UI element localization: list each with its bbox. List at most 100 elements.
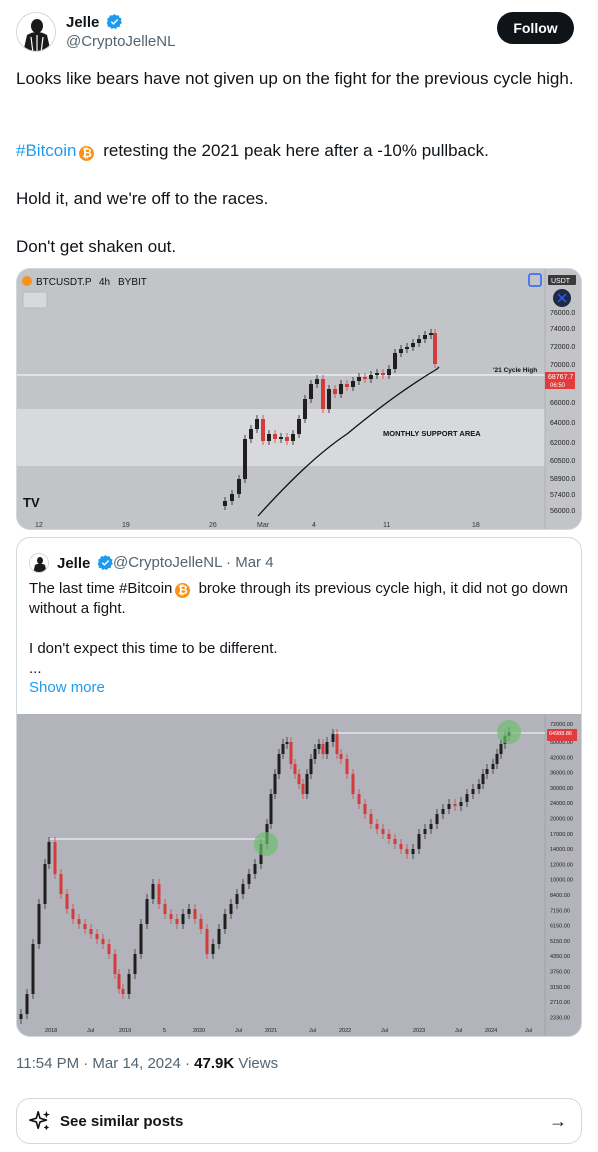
candle-body: [37, 904, 41, 944]
candle-body: [77, 919, 81, 924]
candle-body: [175, 919, 179, 924]
chart2-x-label: 2019: [119, 1028, 131, 1034]
quote-author-name[interactable]: Jelle: [57, 554, 114, 572]
candle-body: [321, 744, 325, 754]
chart2-price-label: 72000.00: [550, 722, 573, 728]
candle-body: [429, 333, 433, 335]
chart-image-btc-weekly[interactable]: 72000.00 50000.00 42000.00 36000.00 30000.00…: [17, 714, 581, 1036]
chart2-price-label: 6150.00: [550, 924, 570, 930]
breakout-highlight-2020: [254, 832, 278, 856]
candle-body: [429, 824, 433, 829]
chart2-price-label: 10000.00: [550, 878, 573, 884]
quoted-post[interactable]: Jelle @CryptoJelleNL · Mar 4 The last ti…: [16, 537, 582, 1037]
candle-body: [301, 784, 305, 794]
post-timestamp[interactable]: 11:54 PM · Mar 14, 2024 ·: [16, 1055, 190, 1072]
chart1-price-label: 58900.0: [550, 476, 575, 483]
chart1-exchange: BYBIT: [118, 277, 147, 288]
candle-body: [369, 814, 373, 824]
chart1-svg: BTCUSDT.P 4h BYBIT USDT 76000.0 74000.0 72…: [17, 269, 581, 529]
chart2-price-label: 12000.00: [550, 862, 573, 868]
candle-body: [211, 944, 215, 954]
candle-body: [399, 844, 403, 849]
candle-body: [241, 884, 245, 894]
candle-body: [230, 494, 234, 501]
candle-body: [289, 742, 293, 764]
candle-body: [163, 904, 167, 914]
candle-body: [249, 429, 253, 439]
author-handle[interactable]: @CryptoJelleNL: [66, 33, 175, 50]
bitcoin-icon: [22, 276, 32, 286]
chart1-price-label: 64000.0: [550, 420, 575, 427]
candle-body: [387, 834, 391, 839]
views-label: Views: [238, 1055, 279, 1072]
candle-body: [423, 829, 427, 834]
candle-body: [339, 384, 343, 394]
candle-body: [417, 834, 421, 849]
candle-body: [95, 934, 99, 939]
candle-body: [335, 734, 339, 754]
chart1-x-label: 26: [209, 522, 217, 529]
candle-body: [181, 914, 185, 924]
candle-body: [309, 759, 313, 774]
chart2-current-price: 64988.86: [549, 731, 572, 737]
hashtag-bitcoin[interactable]: #Bitcoin: [16, 141, 76, 160]
chart2-price-label: 20000.00: [550, 817, 573, 823]
chart1-x-label: 12: [35, 522, 43, 529]
chart1-symbol: BTCUSDT.P: [36, 277, 92, 288]
follow-button[interactable]: Follow: [497, 12, 574, 44]
chart2-price-label: 3150.00: [550, 985, 570, 991]
chart1-price-label: 74000.0: [550, 326, 575, 333]
chart2-x-label: Jul: [235, 1028, 242, 1034]
candle-body: [369, 375, 373, 379]
candle-body: [285, 742, 289, 744]
candle-body: [107, 944, 111, 954]
candle-body: [381, 829, 385, 834]
show-more-link[interactable]: Show more: [29, 679, 105, 696]
candle-body: [495, 754, 499, 764]
chart-image-btc-4h[interactable]: BTCUSDT.P 4h BYBIT USDT 76000.0 74000.0 72…: [16, 268, 582, 530]
quote-avatar[interactable]: [29, 553, 49, 573]
view-count: 47.9K: [194, 1055, 235, 1072]
candle-body: [327, 389, 331, 409]
candle-body: [317, 744, 321, 749]
candle-body: [261, 419, 265, 441]
post-text-line4: Don't get shaken out.: [16, 237, 177, 256]
quote-author-name-text: Jelle: [57, 555, 91, 572]
candle-body: [133, 954, 137, 974]
candle-body: [339, 754, 343, 759]
candle-body: [303, 399, 307, 419]
avatar-image: [17, 13, 55, 51]
post-text-line2: #Bitcoin ₿ retesting the 2021 peak here a…: [16, 139, 576, 163]
collapse-button[interactable]: [22, 291, 48, 309]
avatar[interactable]: [16, 12, 56, 52]
chart2-x-label: Jul: [87, 1028, 94, 1034]
candle-body: [471, 789, 475, 794]
candle-body: [357, 794, 361, 804]
candle-body: [71, 909, 75, 919]
chart2-price-label: 36000.00: [550, 771, 573, 777]
candle-body: [411, 849, 415, 854]
candle-body: [43, 864, 47, 904]
author-name-text: Jelle: [66, 14, 100, 31]
candle-body: [279, 437, 283, 439]
candle-body: [237, 479, 241, 494]
quote-text-line3: ...: [29, 660, 42, 677]
chart1-x-label: 11: [383, 522, 390, 529]
see-similar-posts-button[interactable]: See similar posts →: [16, 1098, 582, 1144]
candle-body: [293, 764, 297, 774]
candle-body: [305, 774, 309, 794]
candle-body: [433, 333, 437, 364]
chart2-price-label: 4350.00: [550, 954, 570, 960]
chart2-x-label: Jul: [309, 1028, 316, 1034]
candle-body: [313, 749, 317, 759]
post-text-line1: Looks like bears have not given up on th…: [16, 69, 574, 88]
post-meta: 11:54 PM · Mar 14, 2024 · 47.9K Views: [16, 1055, 278, 1072]
candle-body: [351, 774, 355, 794]
author-name[interactable]: Jelle: [66, 13, 123, 31]
candle-body: [269, 794, 273, 824]
candle-body: [285, 437, 289, 441]
verified-badge-icon: [97, 555, 113, 570]
chart1-price-label: 72000.0: [550, 344, 575, 351]
candle-body: [423, 335, 427, 339]
candle-body: [357, 377, 361, 381]
